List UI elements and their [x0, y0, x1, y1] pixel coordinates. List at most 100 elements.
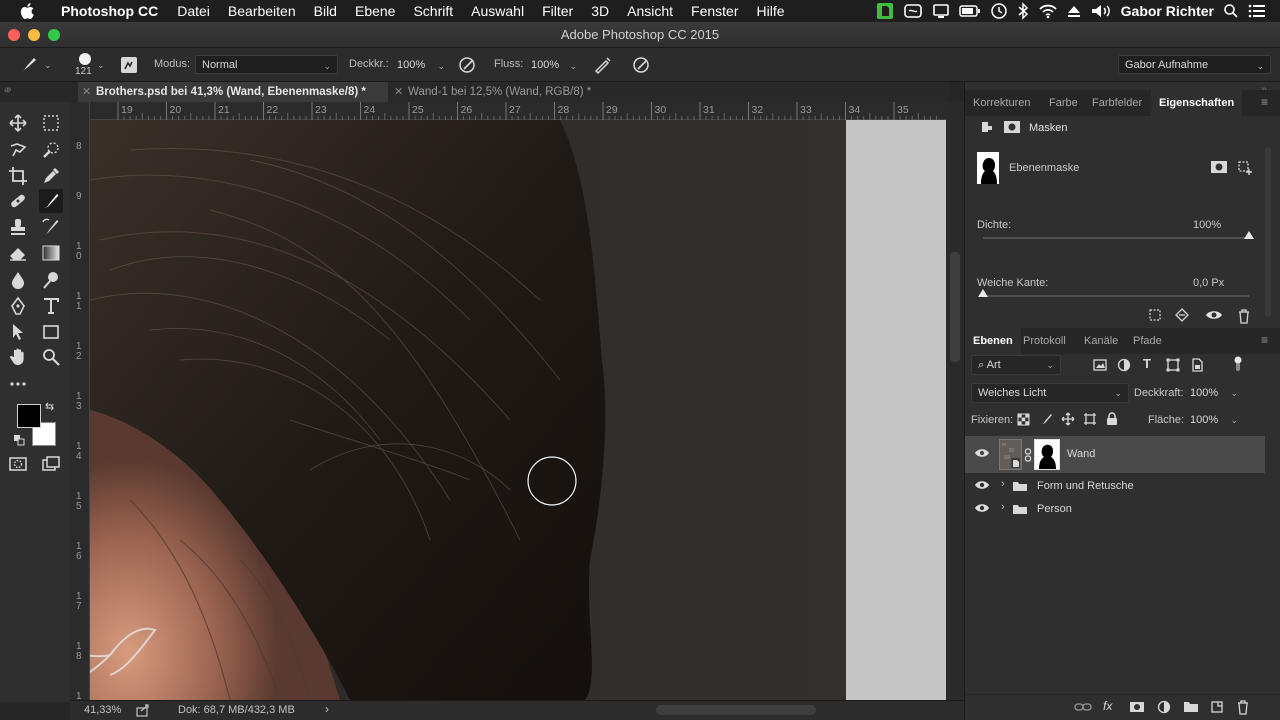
tab-farbe[interactable]: Farbe: [1049, 90, 1078, 116]
foreground-color-swatch[interactable]: [17, 404, 41, 428]
menu-bild[interactable]: Bild: [305, 0, 346, 22]
new-layer-icon[interactable]: [1210, 700, 1224, 714]
window-close-button[interactable]: [8, 29, 20, 41]
zoom-level[interactable]: 41,33%: [84, 704, 121, 716]
tab-kanaele[interactable]: Kanäle: [1084, 328, 1118, 354]
lock-transparent-icon[interactable]: [1017, 413, 1030, 426]
pixel-mask-button-icon[interactable]: [1210, 160, 1228, 174]
menu-bearbeiten[interactable]: Bearbeiten: [219, 0, 305, 22]
panel-menu-icon[interactable]: ≡: [1261, 333, 1268, 347]
pressure-opacity-icon[interactable]: [458, 56, 478, 74]
rectangle-tool[interactable]: [39, 320, 63, 344]
layer-row-form-und-retusche[interactable]: › Form und Retusche: [965, 475, 1265, 498]
workspace-select[interactable]: Gabor Aufnahme ⌄: [1118, 55, 1271, 74]
notification-center-icon[interactable]: [1248, 3, 1266, 19]
tab-eigenschaften[interactable]: Eigenschaften: [1151, 90, 1243, 116]
quick-selection-tool[interactable]: [39, 138, 63, 162]
time-machine-icon[interactable]: [990, 2, 1008, 20]
add-mask-icon[interactable]: [1129, 701, 1145, 713]
layer-row-person[interactable]: › Person: [965, 498, 1265, 521]
tool-preset-caret-icon[interactable]: ⌄: [44, 60, 52, 71]
share-icon[interactable]: [136, 704, 150, 717]
airbrush-icon[interactable]: [593, 56, 613, 74]
eraser-tool[interactable]: [6, 241, 30, 265]
trash-icon[interactable]: [1237, 308, 1251, 324]
status-menu-arrow-icon[interactable]: ›: [325, 702, 329, 716]
filter-adjustment-icon[interactable]: [1117, 358, 1131, 372]
lock-position-icon[interactable]: [1061, 412, 1075, 426]
blur-tool[interactable]: [6, 268, 30, 292]
menu-schrift[interactable]: Schrift: [404, 0, 462, 22]
volume-icon[interactable]: [1090, 3, 1112, 19]
menu-fenster[interactable]: Fenster: [682, 0, 747, 22]
filter-type-icon[interactable]: T: [1143, 356, 1151, 371]
apply-mask-icon[interactable]: [1174, 308, 1190, 322]
pen-tool[interactable]: [6, 294, 30, 318]
apple-icon[interactable]: [18, 1, 38, 21]
panel-menu-icon[interactable]: ≡: [1261, 95, 1268, 109]
edit-toolbar-button[interactable]: [6, 372, 30, 396]
visibility-eye-icon[interactable]: [974, 502, 990, 514]
layer-mask-thumbnail[interactable]: [1034, 439, 1060, 470]
menu-datei[interactable]: Datei: [168, 0, 219, 22]
hand-tool[interactable]: [6, 345, 30, 369]
menu-ansicht[interactable]: Ansicht: [618, 0, 682, 22]
vertical-scroll-thumb[interactable]: [950, 252, 960, 362]
tab-protokoll[interactable]: Protokoll: [1023, 328, 1066, 354]
layer-fill-field[interactable]: 100% ⌄: [1183, 410, 1245, 430]
window-minimize-button[interactable]: [28, 29, 40, 41]
tab-farbfelder[interactable]: Farbfelder: [1092, 90, 1142, 116]
close-tab-icon[interactable]: ✕: [394, 82, 403, 102]
dodge-tool[interactable]: [39, 268, 63, 292]
eject-icon[interactable]: [1067, 3, 1081, 19]
brush-tool-preset-icon[interactable]: [18, 56, 40, 74]
menu-3d[interactable]: 3D: [582, 0, 618, 22]
menu-ebene[interactable]: Ebene: [346, 0, 404, 22]
delete-layer-icon[interactable]: [1236, 699, 1250, 715]
marquee-tool[interactable]: [39, 111, 63, 135]
search-icon[interactable]: [1223, 3, 1239, 19]
visibility-eye-icon[interactable]: [1205, 308, 1223, 322]
menu-auswahl[interactable]: Auswahl: [462, 0, 533, 22]
filter-smart-object-icon[interactable]: [1190, 358, 1204, 372]
layer-row-wand[interactable]: Wand: [965, 436, 1265, 473]
type-tool[interactable]: [39, 294, 63, 318]
load-selection-icon[interactable]: [1148, 308, 1162, 322]
menu-hilfe[interactable]: Hilfe: [748, 0, 794, 22]
window-zoom-button[interactable]: [48, 29, 60, 41]
tab-pfade[interactable]: Pfade: [1133, 328, 1162, 354]
new-group-icon[interactable]: [1183, 700, 1199, 713]
density-value[interactable]: 100%: [1193, 219, 1221, 231]
history-brush-tool[interactable]: [39, 215, 63, 239]
brush-panel-toggle-icon[interactable]: [120, 56, 138, 74]
move-tool[interactable]: [6, 111, 30, 135]
eyedropper-tool[interactable]: [39, 164, 63, 188]
filter-pixel-icon[interactable]: [1093, 358, 1107, 372]
chevron-right-icon[interactable]: ›: [1001, 501, 1005, 513]
cloud-icon[interactable]: [903, 3, 923, 19]
tab-ebenen[interactable]: Ebenen: [965, 328, 1021, 354]
layer-opacity-field[interactable]: 100% ⌄: [1183, 383, 1245, 403]
brush-picker-caret-icon[interactable]: ⌄: [97, 60, 105, 71]
horizontal-scroll-thumb[interactable]: [656, 705, 816, 715]
link-layers-icon[interactable]: [1074, 701, 1092, 713]
document-canvas[interactable]: [90, 120, 846, 700]
properties-scrollbar[interactable]: [1265, 147, 1271, 317]
lock-all-icon[interactable]: [1106, 412, 1118, 426]
adjustment-layer-icon[interactable]: [1157, 700, 1171, 714]
link-chain-icon[interactable]: [1024, 448, 1032, 462]
swap-colors-icon[interactable]: ⇆: [45, 400, 54, 413]
visibility-eye-icon[interactable]: [974, 479, 990, 491]
toolbar-collapse-icon[interactable]: »: [6, 84, 12, 95]
blend-mode-select[interactable]: Normal ⌄: [195, 55, 338, 74]
vector-mask-add-icon[interactable]: [1237, 160, 1253, 176]
tab-brothers[interactable]: ✕ Brothers.psd bei 41,3% (Wand, Ebenenma…: [78, 82, 388, 102]
filter-shape-icon[interactable]: [1166, 358, 1180, 372]
chevron-right-icon[interactable]: ›: [1001, 478, 1005, 490]
menubar-user[interactable]: Gabor Richter: [1121, 3, 1214, 19]
fx-icon[interactable]: fx: [1103, 699, 1112, 713]
layer-name-person[interactable]: Person: [1037, 503, 1072, 515]
vertical-scrollbar[interactable]: [946, 102, 964, 700]
tab-wand-1[interactable]: ✕ Wand-1 bei 12,5% (Wand, RGB/8) *: [390, 82, 630, 102]
quick-mask-button[interactable]: [6, 452, 30, 476]
